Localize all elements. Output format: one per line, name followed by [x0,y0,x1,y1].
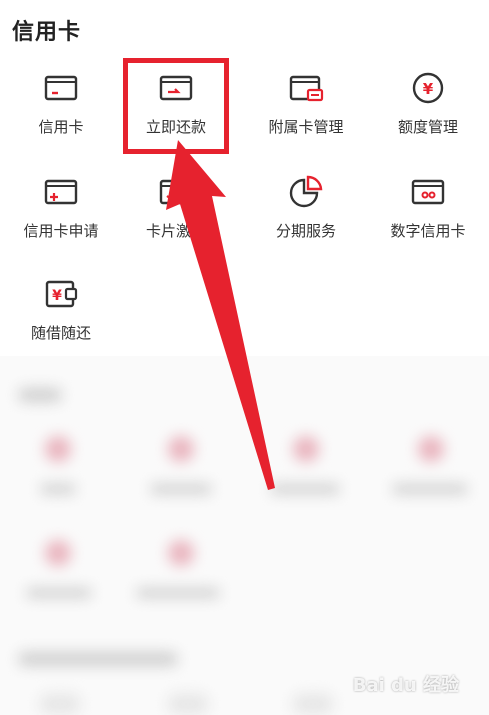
blurred-content: Bai du 经验 [0,356,489,715]
supplementary-card-icon [289,75,324,102]
grid-item-digital-card[interactable]: 数字信用卡 [367,164,489,260]
grid-item-label: 随借随还 [30,324,91,342]
grid-item-borrow-repay[interactable]: ¥ 随借随还 [0,266,122,362]
grid-item-label: 信用卡 [38,118,84,136]
grid-item-credit-card[interactable]: 信用卡 [0,60,122,156]
grid-item-credit-limit[interactable]: ¥ 额度管理 [367,60,489,156]
card-apply-icon [44,179,78,205]
grid-item-label: 额度管理 [397,118,458,136]
grid-item-card-apply[interactable]: 信用卡申请 [0,164,122,260]
grid-item-label: 分期服务 [275,222,336,240]
svg-text:¥: ¥ [52,288,62,304]
yen-circle-icon: ¥ [412,72,444,104]
digital-card-icon [411,179,445,205]
pie-chart-icon [289,175,323,208]
credit-card-icon [44,75,78,101]
card-activate-icon [159,179,193,205]
grid-item-label: 信用卡申请 [23,222,99,240]
svg-text:¥: ¥ [423,80,434,98]
grid-item-installment[interactable]: 分期服务 [245,164,367,260]
grid-item-supplementary-card[interactable]: 附属卡管理 [245,60,367,156]
watermark: Bai du 经验 [352,675,459,696]
highlight-box [123,58,229,154]
grid-item-label: 数字信用卡 [390,222,466,240]
section-title: 信用卡 [12,20,82,45]
grid-item-label: 附属卡管理 [268,118,344,136]
grid-item-card-activate[interactable]: 卡片激活 [115,164,237,260]
yen-wallet-icon: ¥ [45,280,78,308]
grid-item-label: 卡片激活 [145,222,206,240]
